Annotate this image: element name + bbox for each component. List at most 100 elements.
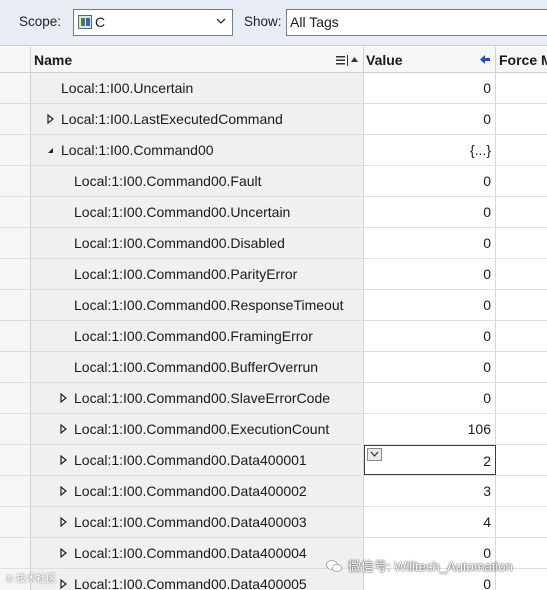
show-filter-input[interactable]: All Tags bbox=[286, 9, 547, 36]
table-row[interactable]: Local:1:I00.Command00.SlaveErrorCode 0 bbox=[0, 383, 547, 414]
row-selector[interactable] bbox=[0, 352, 31, 382]
row-selector[interactable] bbox=[0, 445, 31, 475]
table-row[interactable]: Local:1:I00.Command00.Disabled 0 bbox=[0, 228, 547, 259]
filter-toolbar: Scope: C Show: All Tags bbox=[0, 0, 547, 46]
tag-value-cell[interactable]: {...} bbox=[364, 135, 496, 165]
tag-name-cell[interactable]: Local:1:I00.Command00.Data400001 bbox=[31, 445, 364, 475]
force-mask-cell[interactable] bbox=[496, 414, 547, 444]
tag-value-cell[interactable]: 0 bbox=[364, 352, 496, 382]
triangle-right-icon[interactable] bbox=[59, 486, 68, 496]
tag-value-cell[interactable]: 0 bbox=[364, 228, 496, 258]
tag-name-cell[interactable]: Local:1:I00.Command00.ResponseTimeout bbox=[31, 290, 364, 320]
force-mask-cell[interactable] bbox=[496, 383, 547, 413]
row-selector[interactable] bbox=[0, 321, 31, 351]
chevron-down-icon[interactable] bbox=[216, 16, 226, 26]
tag-value-cell[interactable]: 0 bbox=[364, 259, 496, 289]
triangle-right-icon[interactable] bbox=[59, 393, 68, 403]
tag-name-cell[interactable]: Local:1:I00.Command00.Fault bbox=[31, 166, 364, 196]
row-selector-header[interactable] bbox=[0, 47, 31, 73]
row-selector[interactable] bbox=[0, 166, 31, 196]
tag-name-cell[interactable]: Local:1:I00.Command00.SlaveErrorCode bbox=[31, 383, 364, 413]
row-selector[interactable] bbox=[0, 228, 31, 258]
tag-value-cell[interactable]: 0 bbox=[364, 290, 496, 320]
triangle-right-icon[interactable] bbox=[46, 114, 55, 124]
table-row[interactable]: Local:1:I00.Command00.ResponseTimeout 0 bbox=[0, 290, 547, 321]
row-selector[interactable] bbox=[0, 414, 31, 444]
force-mask-cell[interactable] bbox=[496, 507, 547, 537]
tag-name-cell[interactable]: Local:1:I00.Command00.Data400003 bbox=[31, 507, 364, 537]
table-row[interactable]: Local:1:I00.Command00.ExecutionCount 106 bbox=[0, 414, 547, 445]
tag-name: Local:1:I00.Uncertain bbox=[61, 80, 194, 96]
tag-name-cell[interactable]: Local:1:I00.Command00.Data400004 bbox=[31, 538, 364, 568]
controller-icon bbox=[78, 15, 92, 29]
table-row[interactable]: Local:1:I00.Command00 {...} bbox=[0, 135, 547, 166]
force-mask-cell[interactable] bbox=[496, 166, 547, 196]
tag-name-cell[interactable]: Local:1:I00.Command00.Uncertain bbox=[31, 197, 364, 227]
row-selector[interactable] bbox=[0, 383, 31, 413]
table-row[interactable]: Local:1:I00.Command00.BufferOverrun 0 bbox=[0, 352, 547, 383]
table-row[interactable]: Local:1:I00.Command00.ParityError 0 bbox=[0, 259, 547, 290]
tag-name-cell[interactable]: Local:1:I00.Command00.FramingError bbox=[31, 321, 364, 351]
row-selector[interactable] bbox=[0, 197, 31, 227]
row-selector[interactable] bbox=[0, 538, 31, 568]
force-mask-cell[interactable] bbox=[496, 476, 547, 506]
tag-value-cell[interactable]: 0 bbox=[364, 383, 496, 413]
tag-value-editor[interactable]: 2 bbox=[364, 445, 496, 475]
row-selector[interactable] bbox=[0, 104, 31, 134]
table-row[interactable]: Local:1:I00.Command00.Data400001 2 bbox=[0, 445, 547, 476]
tag-name-cell[interactable]: Local:1:I00.Command00.ParityError bbox=[31, 259, 364, 289]
row-selector[interactable] bbox=[0, 290, 31, 320]
tag-name-cell[interactable]: Local:1:I00.LastExecutedCommand bbox=[31, 104, 364, 134]
column-header-value[interactable]: Value bbox=[364, 47, 496, 73]
triangle-right-icon[interactable] bbox=[59, 548, 68, 558]
row-selector[interactable] bbox=[0, 73, 31, 103]
sort-indicator-icon[interactable] bbox=[335, 54, 359, 66]
triangle-right-icon[interactable] bbox=[59, 455, 68, 465]
tag-name-cell[interactable]: Local:1:I00.Command00.Data400002 bbox=[31, 476, 364, 506]
table-row[interactable]: Local:1:I00.Command00.Fault 0 bbox=[0, 166, 547, 197]
tag-value-cell[interactable]: 0 bbox=[364, 197, 496, 227]
force-mask-cell[interactable] bbox=[496, 445, 547, 475]
tag-value-cell[interactable]: 0 bbox=[364, 73, 496, 103]
row-selector[interactable] bbox=[0, 507, 31, 537]
row-selector[interactable] bbox=[0, 476, 31, 506]
table-row[interactable]: Local:1:I00.LastExecutedCommand 0 bbox=[0, 104, 547, 135]
tag-value-cell[interactable]: 0 bbox=[364, 321, 496, 351]
tag-value-cell[interactable]: 106 bbox=[364, 414, 496, 444]
column-header-force-mask[interactable]: Force M bbox=[496, 47, 547, 73]
triangle-down-icon[interactable] bbox=[46, 145, 55, 155]
force-mask-cell[interactable] bbox=[496, 290, 547, 320]
table-row[interactable]: Local:1:I00.Command00.Data400003 4 bbox=[0, 507, 547, 538]
force-mask-cell[interactable] bbox=[496, 104, 547, 134]
tag-name-cell[interactable]: Local:1:I00.Command00.Disabled bbox=[31, 228, 364, 258]
row-selector[interactable] bbox=[0, 259, 31, 289]
triangle-right-icon[interactable] bbox=[59, 579, 68, 589]
column-header-name[interactable]: Name bbox=[31, 47, 364, 73]
tag-value-cell[interactable]: 4 bbox=[364, 507, 496, 537]
force-mask-cell[interactable] bbox=[496, 197, 547, 227]
row-selector[interactable] bbox=[0, 135, 31, 165]
table-row[interactable]: Local:1:I00.Command00.Data400002 3 bbox=[0, 476, 547, 507]
tag-name-cell[interactable]: Local:1:I00.Uncertain bbox=[31, 73, 364, 103]
chevron-down-icon[interactable] bbox=[367, 448, 382, 461]
scope-dropdown[interactable]: C bbox=[73, 9, 233, 36]
tag-name: Local:1:I00.Command00 bbox=[61, 142, 214, 158]
force-mask-cell[interactable] bbox=[496, 73, 547, 103]
triangle-right-icon[interactable] bbox=[59, 517, 68, 527]
force-mask-cell[interactable] bbox=[496, 135, 547, 165]
force-mask-cell[interactable] bbox=[496, 228, 547, 258]
force-mask-cell[interactable] bbox=[496, 352, 547, 382]
triangle-right-icon[interactable] bbox=[59, 424, 68, 434]
tag-name-cell[interactable]: Local:1:I00.Command00 bbox=[31, 135, 364, 165]
tag-name-cell[interactable]: Local:1:I00.Command00.ExecutionCount bbox=[31, 414, 364, 444]
tag-name-cell[interactable]: Local:1:I00.Command00.BufferOverrun bbox=[31, 352, 364, 382]
tag-value-cell[interactable]: 0 bbox=[364, 104, 496, 134]
table-row[interactable]: Local:1:I00.Uncertain 0 bbox=[0, 73, 547, 104]
table-row[interactable]: Local:1:I00.Command00.FramingError 0 bbox=[0, 321, 547, 352]
tag-value-cell[interactable]: 0 bbox=[364, 166, 496, 196]
force-mask-cell[interactable] bbox=[496, 259, 547, 289]
tag-value-cell[interactable]: 3 bbox=[364, 476, 496, 506]
table-row[interactable]: Local:1:I00.Command00.Uncertain 0 bbox=[0, 197, 547, 228]
force-mask-cell[interactable] bbox=[496, 321, 547, 351]
tag-name-cell[interactable]: Local:1:I00.Command00.Data400005 bbox=[31, 569, 364, 590]
